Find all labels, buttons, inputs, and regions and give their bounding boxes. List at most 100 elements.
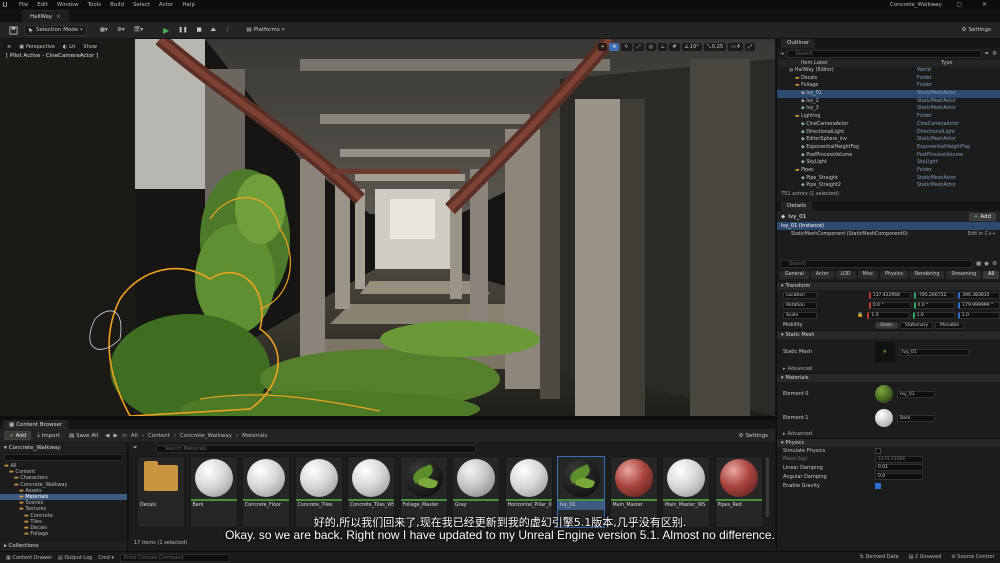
outliner-row[interactable]: ◆ Ivy_3 StaticMeshActor [777, 105, 1000, 113]
details-add-button[interactable]: + Add [968, 212, 996, 221]
menu-help[interactable]: Help [182, 2, 195, 8]
world-icon[interactable]: ◎ [645, 42, 656, 51]
collections-header[interactable]: ▸ Collections [0, 542, 127, 551]
sources-header[interactable]: ▾ Concrete_Walkway [0, 443, 127, 452]
blueprint-icon[interactable]: ⚙▾ [114, 25, 128, 36]
simulate-physics-checkbox[interactable] [875, 448, 881, 454]
menu-select[interactable]: Select [133, 2, 150, 8]
enable-gravity-checkbox[interactable] [875, 482, 881, 489]
menu-build[interactable]: Build [110, 2, 124, 8]
close-tab-icon[interactable]: × [56, 14, 61, 20]
maximize-viewport-icon[interactable]: ⤢ [744, 42, 755, 51]
filter-tab-all[interactable]: All [983, 271, 1000, 279]
mobility-stationary[interactable]: Stationary [899, 321, 934, 329]
show-button[interactable]: Show [80, 42, 100, 51]
eject-icon[interactable]: ⏏ [208, 25, 219, 36]
transform-section-header[interactable]: ▾ Transform [777, 281, 1000, 290]
rotation-z-field[interactable]: 179.999999 ° [958, 301, 1000, 309]
mobility-movable[interactable]: Movable [935, 321, 965, 329]
grid-snap-icon[interactable]: # [669, 42, 680, 51]
output-log-button[interactable]: ▤ Output Log [58, 555, 92, 561]
asset-scrollbar[interactable] [766, 457, 769, 517]
outliner-row[interactable]: ◆ Pipe_Straight StaticMeshActor [777, 175, 1000, 183]
element0-thumbnail[interactable] [875, 385, 893, 403]
mobility-static[interactable]: Static [875, 321, 898, 329]
scale-y-field[interactable]: 1.6 [912, 311, 955, 319]
sources-search-input[interactable] [4, 454, 123, 461]
stop-icon[interactable]: ■ [194, 25, 205, 36]
menu-tools[interactable]: Tools [88, 2, 102, 8]
camera-speed-button[interactable]: ▭ 4 [728, 42, 743, 51]
location-z-field[interactable]: 390.383835 [958, 291, 1000, 299]
scale-x-field[interactable]: 1.0 [867, 311, 910, 319]
outliner-search-input[interactable]: Search [786, 50, 982, 58]
console-command-input[interactable]: Enter Console Command [119, 553, 230, 562]
level-viewport[interactable]: ≡ ▣ Perspective ◐ Lit Show [ Pilot Activ… [0, 39, 775, 416]
element1-thumbnail[interactable] [875, 409, 893, 427]
menu-edit[interactable]: Edit [37, 2, 48, 8]
play-options-icon[interactable]: ⋮ [222, 25, 234, 36]
edit-cpp-link[interactable]: Edit in C++ [968, 232, 996, 237]
scale-label[interactable]: Scale [783, 311, 825, 319]
source-control-button[interactable]: ⊘ Source Control [951, 554, 994, 560]
materials-section-header[interactable]: ▾ Materials [777, 373, 1000, 382]
outliner-tab[interactable]: Outliner [781, 39, 816, 48]
outliner-row[interactable]: ◆ PostProcessVolume PostProcessVolume [777, 152, 1000, 160]
scale-icon[interactable]: ⤢ [633, 42, 644, 51]
outliner-row[interactable]: ◆ CineCameraActor CineCameraActor [777, 121, 1000, 129]
component-row[interactable]: StaticMeshComponent (StaticMeshComponent… [777, 230, 1000, 239]
cmd-dropdown[interactable]: Cmd ▾ [98, 555, 114, 561]
angular-damping-field[interactable]: 0.0 [875, 473, 923, 480]
level-tab[interactable]: HallWay × [22, 10, 69, 22]
derived-data-button[interactable]: ⇅ Derived Data [860, 554, 899, 560]
static-mesh-advanced[interactable]: ▸ Advanced [777, 365, 1000, 373]
details-search-input[interactable]: Search [780, 260, 974, 268]
content-browser-tab[interactable]: ▦ Content Browser [3, 420, 69, 429]
outliner-row[interactable]: ◆ SkyLight SkyLight [777, 159, 1000, 167]
col-type[interactable]: Type [941, 60, 952, 67]
gear-icon[interactable]: ⚙ [992, 261, 997, 267]
outliner-row[interactable]: ◆ Ivy_01 StaticMeshActor [777, 90, 1000, 98]
component-instance-row[interactable]: Ivy_01 (Instance) [777, 222, 1000, 230]
outliner-row[interactable]: ◆ DirectionalLight DirectionalLight [777, 129, 1000, 137]
element1-dropdown[interactable]: Bark [897, 414, 935, 422]
linear-damping-field[interactable]: 0.01 [875, 464, 923, 471]
scale-snap-button[interactable]: ⤡ 0.25 [703, 42, 727, 51]
cb-settings-button[interactable]: ⚙ Settings [736, 430, 772, 441]
save-all-button[interactable]: ▤ Save All [66, 430, 101, 441]
static-mesh-dropdown[interactable]: Ivy_01 [899, 348, 969, 356]
rotation-y-field[interactable]: 0.0 ° [913, 301, 956, 309]
add-content-icon[interactable]: ▦▾ [97, 25, 111, 36]
filter-icon[interactable]: ⏷ [133, 445, 137, 452]
outliner-row[interactable]: ◆ Pipe_Straight2 StaticMeshActor [777, 182, 1000, 190]
import-button[interactable]: ⤓ Import [34, 430, 63, 441]
add-actor-icon[interactable]: + [780, 51, 785, 57]
outliner-row[interactable]: ◆ EditorSphere_inv StaticMeshActor [777, 136, 1000, 144]
surface-snap-icon[interactable]: ⟂ [658, 42, 668, 51]
location-y-field[interactable]: -785.266752 [913, 291, 956, 299]
settings-button[interactable]: ⚙ Settings [959, 25, 995, 36]
grid-view-icon[interactable]: ▦ [976, 261, 981, 267]
angle-snap-button[interactable]: ∠ 10° [681, 42, 702, 51]
platforms-button[interactable]: ▤ Platforms ▾ [243, 25, 287, 36]
details-tab[interactable]: Details [781, 202, 813, 211]
pause-icon[interactable]: ❚❚ [175, 25, 190, 36]
outliner-row[interactable]: ◆ ExponentialHeightFog ExponentialHeightF… [777, 144, 1000, 152]
rotate-icon[interactable]: ↻ [621, 42, 632, 51]
filter-tab-general[interactable]: General [780, 271, 809, 279]
breadcrumb-content[interactable]: Content [148, 433, 170, 439]
rotation-label[interactable]: Rotation [783, 301, 825, 309]
lock-icon[interactable]: 🔒 [857, 312, 863, 318]
outliner-row[interactable]: ▬ Pipes Folder [777, 167, 1000, 175]
menu-file[interactable]: File [19, 2, 28, 8]
forward-icon[interactable]: ▶ [113, 433, 117, 439]
eye-icon[interactable]: ◉ [984, 261, 989, 267]
viewport-menu-button[interactable]: ≡ [4, 42, 15, 51]
breadcrumb-concrete-walkway[interactable]: Concrete_Walkway [180, 433, 232, 439]
filter-tab-actor[interactable]: Actor [810, 271, 834, 279]
filter-tab-physics[interactable]: Physics [880, 271, 908, 279]
window-controls[interactable]: – ▢ ✕ [933, 1, 996, 8]
outliner-row[interactable]: ◍ HallWay (Editor) World [777, 67, 1000, 75]
lit-button[interactable]: ◐ Lit [59, 42, 79, 51]
outliner-row[interactable]: ▬ Lighting Folder [777, 113, 1000, 121]
